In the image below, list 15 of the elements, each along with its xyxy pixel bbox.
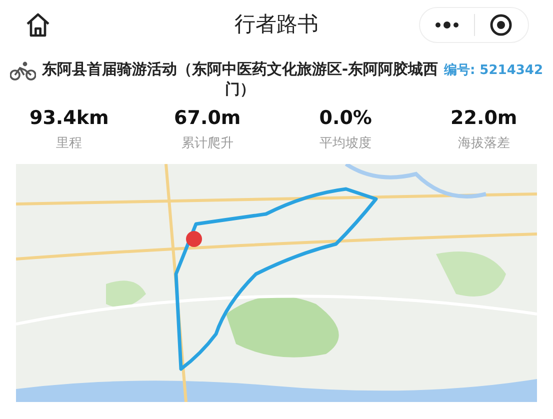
stat-value: 0.0% [319,106,372,131]
home-icon[interactable] [24,11,52,39]
more-icon[interactable] [434,21,459,29]
page-title: 行者路书 [234,11,318,38]
stat-label: 平均坡度 [320,135,372,153]
stat-label: 里程 [56,135,82,153]
stat-label: 海拔落差 [458,135,510,153]
bicycle-icon [10,61,36,81]
close-icon[interactable] [489,13,514,37]
stat-value: 22.0m [450,106,518,131]
route-number: 编号: 5214342 [444,62,543,80]
stat-value: 67.0m [174,106,241,131]
route-name: 东阿县首届骑游活动（东阿中医药文化旅游区-东阿阿胶城西门） [40,59,440,99]
stat-value: 93.4km [29,106,109,131]
stat-label: 累计爬升 [181,135,234,153]
